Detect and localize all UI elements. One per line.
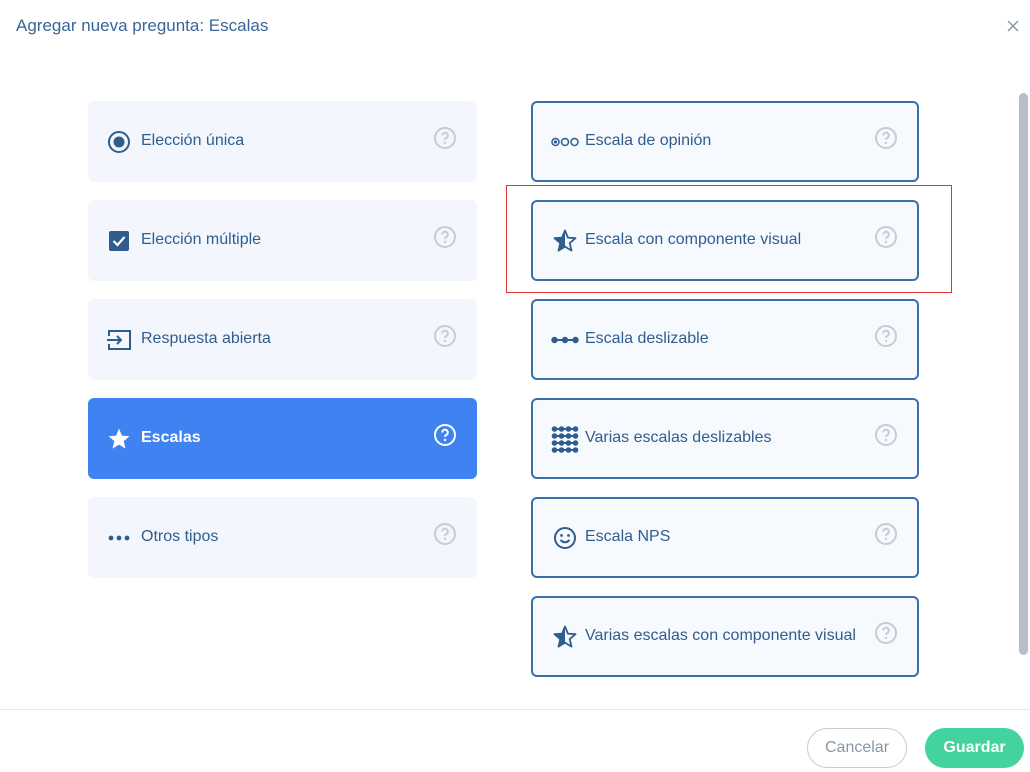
type-label: Escala deslizable <box>585 330 709 347</box>
footer-divider <box>0 709 1030 710</box>
help-icon[interactable] <box>433 423 457 447</box>
category-label: Elección única <box>141 132 245 149</box>
help-icon[interactable] <box>874 126 898 150</box>
type-escala-opinion[interactable]: Escala de opinión <box>531 101 919 182</box>
help-icon[interactable] <box>433 126 457 150</box>
category-label: Elección múltiple <box>141 231 262 248</box>
text-entry-icon <box>106 327 132 353</box>
save-button[interactable]: Guardar <box>925 728 1024 768</box>
category-list: Elección única Elección múltiple Respues… <box>88 101 477 596</box>
cancel-button[interactable]: Cancelar <box>807 728 907 768</box>
star-icon <box>106 426 132 452</box>
multi-slider-icon <box>551 425 579 453</box>
category-label: Escalas <box>141 429 201 446</box>
help-icon[interactable] <box>874 621 898 645</box>
more-dots-icon <box>106 525 132 551</box>
star-outline-icon <box>551 227 579 255</box>
category-eleccion-multiple[interactable]: Elección múltiple <box>88 200 477 281</box>
slider-dots-icon <box>551 326 579 354</box>
question-type-list: Escala de opinión Escala con componente … <box>531 101 919 695</box>
type-label: Escala NPS <box>585 528 671 545</box>
type-varias-escalas-deslizables[interactable]: Varias escalas deslizables <box>531 398 919 479</box>
help-icon[interactable] <box>433 324 457 348</box>
type-label: Varias escalas deslizables <box>585 429 772 446</box>
category-escalas[interactable]: Escalas <box>88 398 477 479</box>
type-label: Varias escalas con componente visual <box>585 627 856 644</box>
category-otros-tipos[interactable]: Otros tipos <box>88 497 477 578</box>
type-varias-escalas-componente-visual[interactable]: Varias escalas con componente visual <box>531 596 919 677</box>
category-eleccion-unica[interactable]: Elección única <box>88 101 477 182</box>
dialog-title: Agregar nueva pregunta: Escalas <box>16 16 269 35</box>
star-outline-icon <box>551 623 579 651</box>
type-escala-deslizable[interactable]: Escala deslizable <box>531 299 919 380</box>
category-label: Otros tipos <box>141 528 219 545</box>
opinion-scale-icon <box>551 128 579 156</box>
help-icon[interactable] <box>874 423 898 447</box>
help-icon[interactable] <box>433 225 457 249</box>
category-respuesta-abierta[interactable]: Respuesta abierta <box>88 299 477 380</box>
type-label: Escala de opinión <box>585 132 712 149</box>
type-escala-nps[interactable]: Escala NPS <box>531 497 919 578</box>
radio-selected-icon <box>106 129 132 155</box>
help-icon[interactable] <box>433 522 457 546</box>
type-label: Escala con componente visual <box>585 231 802 248</box>
help-icon[interactable] <box>874 225 898 249</box>
help-icon[interactable] <box>874 324 898 348</box>
scrollbar[interactable] <box>1019 93 1028 655</box>
smiley-icon <box>551 524 579 552</box>
help-icon[interactable] <box>874 522 898 546</box>
checkbox-checked-icon <box>106 228 132 254</box>
close-button[interactable] <box>1004 17 1022 35</box>
close-icon <box>1007 20 1019 32</box>
type-escala-componente-visual[interactable]: Escala con componente visual <box>531 200 919 281</box>
category-label: Respuesta abierta <box>141 330 271 347</box>
